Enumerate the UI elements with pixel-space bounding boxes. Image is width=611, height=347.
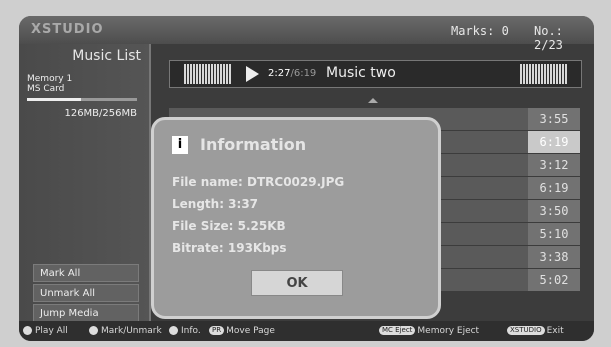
bitrate-text: Bitrate: 193Kbps [172,241,287,255]
track-duration: 3:50 [528,200,580,222]
memory-usage-fill [27,98,81,101]
memory-slot: Memory 1 [27,74,73,84]
mark-unmark-label: Mark/Unmark [101,326,162,336]
total-time: /6:19 [290,68,317,79]
track-number: No.: 2/23 [534,24,563,52]
xstudio-button-icon: XSTUDIO [507,326,545,335]
mark-unmark-hint[interactable]: Mark/Unmark [89,326,162,336]
memory-source: Memory 1 MS Card [27,74,72,94]
equalizer-left-icon [184,64,232,84]
scroll-up-icon[interactable] [368,98,378,103]
play-time: 2:27/6:19 [268,68,316,79]
file-size-text: File Size: 5.25KB [172,219,286,233]
length-text: Length: 3:37 [172,197,259,211]
screen: XSTUDIO Marks: 0 No.: 2/23 Music List Me… [19,16,594,341]
play-button-icon [23,326,32,335]
sidebar: Music List Memory 1 MS Card 126MB/256MB … [19,44,151,328]
track-duration: 6:19 [528,177,580,199]
track-duration: 6:19 [528,131,580,153]
mc-eject-button-icon: MC Eject [379,326,416,335]
exit-hint[interactable]: XSTUDIO Exit [507,326,564,336]
info-button-icon [169,326,178,335]
info-hint[interactable]: Info. [169,326,201,336]
info-icon: i [172,136,188,154]
now-playing-bar: 2:27/6:19 Music two [169,60,582,88]
memory-usage-text: 126MB/256MB [64,108,137,119]
memory-usage-bar [27,98,137,101]
track-duration: 5:02 [528,269,580,291]
move-page-hint[interactable]: PR Move Page [209,326,275,336]
xstudio-logo: XSTUDIO [31,22,104,37]
elapsed-time: 2:27 [268,68,291,79]
play-all-label: Play All [35,326,68,336]
info-label: Info. [181,326,201,336]
footer-help-bar: Play All Mark/Unmark Info. PR Move Page M… [19,321,594,341]
check-icon [89,326,98,335]
file-name-text: File name: DTRC0029.JPG [172,175,345,189]
memory-card-type: MS Card [27,84,65,94]
list-title: Music List [72,48,141,64]
marks-counter: Marks: 0 [451,24,509,38]
dialog-title: Information [200,135,307,154]
track-duration: 5:10 [528,223,580,245]
header-bar: XSTUDIO Marks: 0 No.: 2/23 [19,16,594,52]
jump-media-button[interactable]: Jump Media [33,304,139,322]
move-page-label: Move Page [226,326,275,336]
unmark-all-button[interactable]: Unmark All [33,284,139,302]
pr-button-icon: PR [209,326,225,335]
play-all-hint[interactable]: Play All [23,326,68,336]
mark-all-button[interactable]: Mark All [33,264,139,282]
ok-button[interactable]: OK [251,270,343,296]
track-duration: 3:38 [528,246,580,268]
now-playing-title: Music two [326,65,396,81]
play-icon [246,66,259,82]
equalizer-right-icon [520,64,568,84]
memory-eject-hint[interactable]: MC Eject Memory Eject [379,326,479,336]
track-duration: 3:12 [528,154,580,176]
memory-eject-label: Memory Eject [417,326,480,336]
exit-label: Exit [546,326,564,336]
information-dialog: i Information File name: DTRC0029.JPG Le… [151,117,441,319]
track-duration: 3:55 [528,108,580,130]
